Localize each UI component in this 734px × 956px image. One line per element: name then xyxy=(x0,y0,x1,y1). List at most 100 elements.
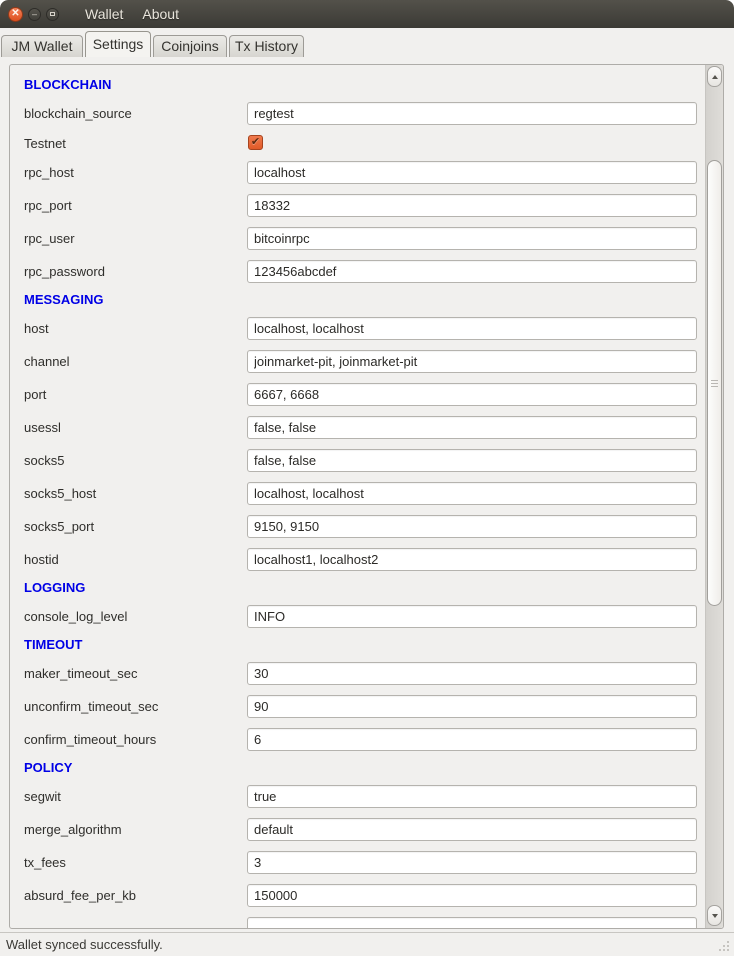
settings-form: BLOCKCHAINblockchain_sourceTestnet ✔ rpc_h… xyxy=(10,65,706,928)
thumb-grip-icon xyxy=(711,383,718,384)
scrollbar-thumb[interactable] xyxy=(707,160,722,606)
field-row-host: host xyxy=(10,312,706,345)
scroll-up-button[interactable] xyxy=(707,66,722,87)
field-label: hostid xyxy=(24,543,59,576)
usessl-input[interactable] xyxy=(247,416,697,439)
field-row-confirm-timeout-hours: confirm_timeout_hours xyxy=(10,723,706,756)
field-row-console-log-level: console_log_level xyxy=(10,600,706,633)
status-message: Wallet synced successfully. xyxy=(6,937,163,952)
field-label: host xyxy=(24,312,49,345)
field-row-maker-timeout-sec: maker_timeout_sec xyxy=(10,657,706,690)
field-row-testnet: Testnet ✔ xyxy=(10,130,706,156)
field-label: maker_timeout_sec xyxy=(24,657,137,690)
resize-grip[interactable] xyxy=(727,949,729,951)
app-window: ✕ – Wallet About JM WalletSettingsCoinjoi… xyxy=(0,0,734,956)
field-label: blockchain_source xyxy=(24,97,132,130)
segwit-input[interactable] xyxy=(247,785,697,808)
port-input[interactable] xyxy=(247,383,697,406)
minimize-icon: – xyxy=(32,10,37,19)
tab-settings[interactable]: Settings xyxy=(85,31,151,57)
next-field-input[interactable] xyxy=(247,917,697,928)
field-label: merge_algorithm xyxy=(24,813,122,846)
field-row-usessl: usessl xyxy=(10,411,706,444)
field-row-socks5: socks5 xyxy=(10,444,706,477)
section-header-blockchain: BLOCKCHAIN xyxy=(10,73,706,97)
maker-timeout-sec-input[interactable] xyxy=(247,662,697,685)
field-row-partial xyxy=(10,912,706,928)
field-row-unconfirm-timeout-sec: unconfirm_timeout_sec xyxy=(10,690,706,723)
field-label: confirm_timeout_hours xyxy=(24,723,156,756)
field-label: rpc_password xyxy=(24,255,105,288)
field-row-socks5-port: socks5_port xyxy=(10,510,706,543)
field-label: rpc_port xyxy=(24,189,72,222)
field-row-rpc-password: rpc_password xyxy=(10,255,706,288)
field-row-tx-fees: tx_fees xyxy=(10,846,706,879)
section-header-logging: LOGGING xyxy=(10,576,706,600)
socks5-port-input[interactable] xyxy=(247,515,697,538)
field-row-hostid: hostid xyxy=(10,543,706,576)
field-row-rpc-host: rpc_host xyxy=(10,156,706,189)
field-label: socks5_port xyxy=(24,510,94,543)
field-row-rpc-port: rpc_port xyxy=(10,189,706,222)
menu-about[interactable]: About xyxy=(140,4,181,24)
menu-wallet[interactable]: Wallet xyxy=(83,4,125,24)
section-header-messaging: MESSAGING xyxy=(10,288,706,312)
field-row-segwit: segwit xyxy=(10,780,706,813)
field-label: channel xyxy=(24,345,70,378)
field-label: port xyxy=(24,378,46,411)
check-icon: ✔ xyxy=(251,137,260,148)
blockchain-source-input[interactable] xyxy=(247,102,697,125)
field-label: segwit xyxy=(24,780,61,813)
close-icon: ✕ xyxy=(11,9,19,19)
tab-bar: JM WalletSettingsCoinjoinsTx History xyxy=(0,28,734,57)
console-log-level-input[interactable] xyxy=(247,605,697,628)
field-row-port: port xyxy=(10,378,706,411)
tab-coinjoins[interactable]: Coinjoins xyxy=(153,35,227,57)
title-bar: ✕ – Wallet About xyxy=(0,0,734,28)
field-label: Testnet xyxy=(24,130,66,156)
field-label: usessl xyxy=(24,411,61,444)
field-row-channel: channel xyxy=(10,345,706,378)
rpc-password-input[interactable] xyxy=(247,260,697,283)
testnet-checkbox[interactable]: ✔ xyxy=(248,135,263,150)
section-header-timeout: TIMEOUT xyxy=(10,633,706,657)
scroll-down-icon xyxy=(712,914,718,918)
channel-input[interactable] xyxy=(247,350,697,373)
rpc-port-input[interactable] xyxy=(247,194,697,217)
field-label: rpc_user xyxy=(24,222,75,255)
rpc-user-input[interactable] xyxy=(247,227,697,250)
socks5-input[interactable] xyxy=(247,449,697,472)
rpc-host-input[interactable] xyxy=(247,161,697,184)
host-input[interactable] xyxy=(247,317,697,340)
maximize-button[interactable] xyxy=(46,8,59,21)
tab-tx-history[interactable]: Tx History xyxy=(229,35,304,57)
maximize-icon xyxy=(50,12,55,16)
tx-fees-input[interactable] xyxy=(247,851,697,874)
field-row-rpc-user: rpc_user xyxy=(10,222,706,255)
merge-algorithm-input[interactable] xyxy=(247,818,697,841)
field-row-socks5-host: socks5_host xyxy=(10,477,706,510)
menu-bar: Wallet About xyxy=(83,4,181,24)
hostid-input[interactable] xyxy=(247,548,697,571)
field-label: socks5 xyxy=(24,444,64,477)
unconfirm-timeout-sec-input[interactable] xyxy=(247,695,697,718)
vertical-scrollbar[interactable] xyxy=(705,65,723,928)
field-label: socks5_host xyxy=(24,477,96,510)
thumb-grip-icon xyxy=(711,380,718,381)
confirm-timeout-hours-input[interactable] xyxy=(247,728,697,751)
close-button[interactable]: ✕ xyxy=(8,7,23,22)
scroll-down-button[interactable] xyxy=(707,905,722,926)
thumb-grip-icon xyxy=(711,386,718,387)
scroll-up-icon xyxy=(712,75,718,79)
field-row-absurd-fee-per-kb: absurd_fee_per_kb xyxy=(10,879,706,912)
field-label: rpc_host xyxy=(24,156,74,189)
field-row-merge-algorithm: merge_algorithm xyxy=(10,813,706,846)
tab-jm-wallet[interactable]: JM Wallet xyxy=(1,35,83,57)
section-header-policy: POLICY xyxy=(10,756,706,780)
field-label: absurd_fee_per_kb xyxy=(24,879,136,912)
field-label: tx_fees xyxy=(24,846,66,879)
field-label: console_log_level xyxy=(24,600,127,633)
absurd-fee-per-kb-input[interactable] xyxy=(247,884,697,907)
minimize-button[interactable]: – xyxy=(28,8,41,21)
socks5-host-input[interactable] xyxy=(247,482,697,505)
